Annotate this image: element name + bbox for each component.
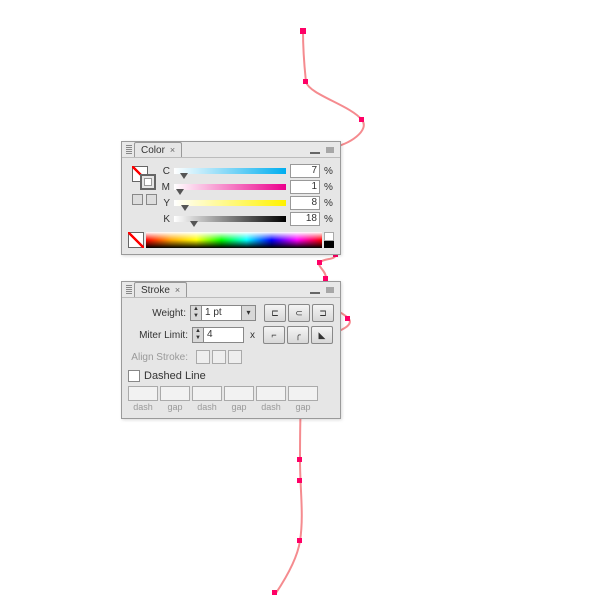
minimize-icon[interactable] — [309, 145, 321, 155]
dash-gap-inputs: dash gap dash gap dash gap — [128, 386, 334, 412]
white-black-swatch[interactable] — [324, 232, 334, 248]
black-row: K 18 % — [160, 212, 334, 226]
weight-label: Weight: — [128, 308, 186, 319]
page-icon[interactable] — [146, 194, 157, 205]
align-outside-button — [228, 350, 242, 364]
miter-stepper[interactable]: ▲▼ 4 — [192, 327, 244, 343]
join-miter-button[interactable]: ⌐ — [263, 326, 285, 344]
color-tab[interactable]: Color × — [134, 142, 182, 157]
weight-stepper[interactable]: ▲▼ 1 pt ▾ — [190, 305, 256, 321]
yellow-slider[interactable] — [174, 198, 286, 208]
stroke-swatch[interactable] — [140, 174, 156, 190]
color-panel: Color × C 7 — [121, 141, 341, 255]
color-tab-label: Color — [141, 145, 165, 156]
yellow-input[interactable]: 8 — [290, 196, 320, 210]
cube-icon[interactable] — [132, 194, 143, 205]
miter-down-icon[interactable]: ▼ — [193, 335, 203, 342]
none-color-swatch[interactable] — [128, 232, 144, 248]
yellow-row: Y 8 % — [160, 196, 334, 210]
menu-icon[interactable] — [324, 285, 336, 295]
miter-input[interactable]: 4 — [204, 327, 244, 343]
dash-input-3[interactable] — [256, 386, 286, 401]
menu-icon[interactable] — [324, 145, 336, 155]
cap-projecting-button[interactable]: ⊐ — [312, 304, 334, 322]
cap-round-button[interactable]: ⊂ — [288, 304, 310, 322]
miter-suffix: x — [250, 330, 255, 341]
grip-icon[interactable] — [126, 145, 132, 155]
align-center-button — [196, 350, 210, 364]
cyan-label: C — [160, 166, 170, 177]
dashed-line-checkbox[interactable] — [128, 370, 140, 382]
weight-dropdown-icon[interactable]: ▾ — [242, 305, 256, 321]
cyan-input[interactable]: 7 — [290, 164, 320, 178]
grip-icon[interactable] — [126, 285, 132, 295]
cyan-slider[interactable] — [174, 166, 286, 176]
black-slider[interactable] — [174, 214, 286, 224]
join-round-button[interactable]: ╭ — [287, 326, 309, 344]
dash-input-2[interactable] — [192, 386, 222, 401]
color-panel-header[interactable]: Color × — [122, 142, 340, 158]
stroke-tab[interactable]: Stroke × — [134, 282, 187, 297]
magenta-input[interactable]: 1 — [290, 180, 320, 194]
black-label: K — [160, 214, 170, 225]
weight-up-icon[interactable]: ▲ — [191, 306, 201, 313]
magenta-pct: % — [324, 182, 334, 193]
yellow-pct: % — [324, 198, 334, 209]
black-pct: % — [324, 214, 334, 225]
stroke-panel-header[interactable]: Stroke × — [122, 282, 340, 298]
magenta-slider[interactable] — [174, 182, 286, 192]
weight-down-icon[interactable]: ▼ — [191, 313, 201, 320]
magenta-label: M — [160, 182, 170, 193]
minimize-icon[interactable] — [309, 285, 321, 295]
close-tab-icon[interactable]: × — [175, 285, 180, 295]
close-tab-icon[interactable]: × — [170, 145, 175, 155]
dashed-line-label: Dashed Line — [144, 370, 206, 382]
align-stroke-label: Align Stroke: — [128, 352, 188, 363]
fill-stroke-swatch[interactable] — [132, 166, 156, 190]
weight-input[interactable]: 1 pt — [202, 305, 242, 321]
magenta-row: M 1 % — [160, 180, 334, 194]
cap-butt-button[interactable]: ⊏ — [264, 304, 286, 322]
miter-label: Miter Limit: — [128, 330, 188, 341]
stroke-tab-label: Stroke — [141, 285, 170, 296]
dash-input-1[interactable] — [128, 386, 158, 401]
stroke-panel: Stroke × Weight: ▲▼ 1 pt ▾ ⊏ ⊂ ⊐ Miter L… — [121, 281, 341, 419]
align-inside-button — [212, 350, 226, 364]
miter-up-icon[interactable]: ▲ — [193, 328, 203, 335]
black-input[interactable]: 18 — [290, 212, 320, 226]
cyan-row: C 7 % — [160, 164, 334, 178]
color-spectrum[interactable] — [146, 232, 322, 248]
yellow-label: Y — [160, 198, 170, 209]
gap-input-3[interactable] — [288, 386, 318, 401]
gap-input-1[interactable] — [160, 386, 190, 401]
join-bevel-button[interactable]: ◣ — [311, 326, 333, 344]
cyan-pct: % — [324, 166, 334, 177]
gap-input-2[interactable] — [224, 386, 254, 401]
